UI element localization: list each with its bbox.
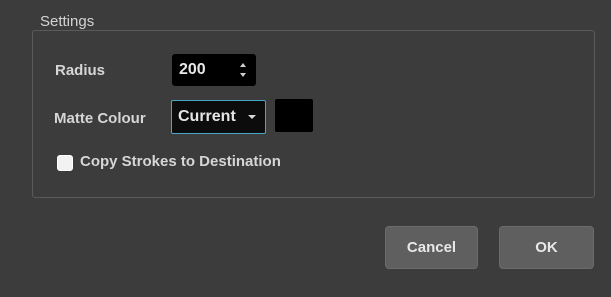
matte-colour-label: Matte Colour: [54, 110, 146, 127]
ok-button[interactable]: OK: [499, 226, 594, 269]
spin-arrows[interactable]: [239, 60, 249, 80]
matte-colour-selected: Current: [178, 108, 236, 125]
radius-value[interactable]: 200: [179, 61, 206, 79]
matte-colour-dropdown[interactable]: Current: [171, 100, 266, 134]
settings-group-title: Settings: [34, 13, 101, 30]
matte-colour-swatch[interactable]: [275, 99, 313, 132]
radius-spinbox[interactable]: 200: [172, 54, 256, 86]
copy-strokes-checkbox[interactable]: [57, 155, 73, 171]
spin-up-arrow-icon[interactable]: [240, 63, 246, 67]
settings-dialog: Settings Radius 200 Matte Colour Current…: [0, 0, 611, 297]
radius-label: Radius: [55, 62, 106, 79]
spin-down-arrow-icon[interactable]: [240, 73, 246, 77]
chevron-down-icon: [248, 115, 256, 119]
copy-strokes-label[interactable]: Copy Strokes to Destination: [80, 153, 281, 170]
cancel-button[interactable]: Cancel: [385, 226, 478, 269]
